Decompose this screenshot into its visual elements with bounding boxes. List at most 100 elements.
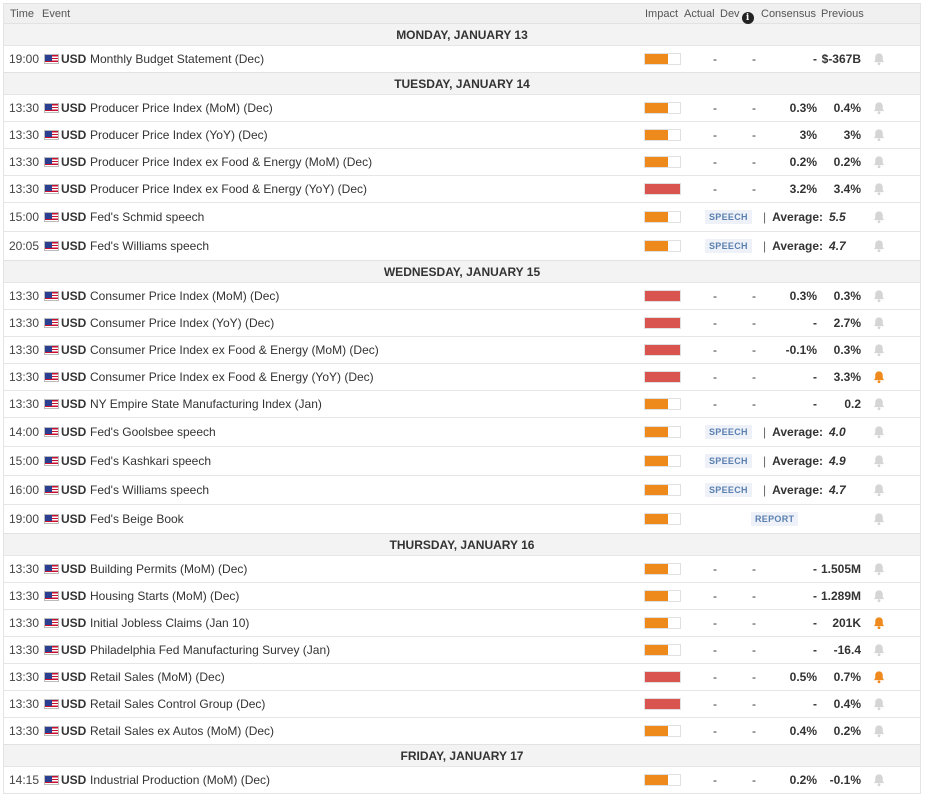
deviation-value: - [752, 370, 756, 384]
event-name[interactable]: Fed's Williams speech [90, 239, 209, 253]
table-row[interactable]: 13:30 USD Producer Price Index (YoY) (Dec)… [4, 121, 920, 148]
table-row[interactable]: 13:30 USD Retail Sales Control Group (Dec)… [4, 690, 920, 717]
header-consensus[interactable]: Consensus [761, 8, 816, 20]
event-time: 13:30 [9, 289, 40, 303]
bell-icon[interactable] [872, 454, 886, 468]
event-name[interactable]: Retail Sales ex Autos (MoM) (Dec) [90, 724, 274, 738]
bell-icon[interactable] [872, 316, 886, 330]
bell-icon[interactable] [872, 512, 886, 526]
event-name[interactable]: Philadelphia Fed Manufacturing Survey (J… [90, 643, 330, 657]
event-name[interactable]: Producer Price Index (MoM) (Dec) [90, 101, 273, 115]
bell-icon[interactable] [872, 210, 886, 224]
table-row[interactable]: 13:30 USD NY Empire State Manufacturing In… [4, 390, 920, 417]
event-name[interactable]: Consumer Price Index (MoM) (Dec) [90, 289, 279, 303]
bell-icon-active[interactable] [872, 370, 886, 384]
actual-value: - [713, 397, 717, 411]
header-previous[interactable]: Previous [821, 8, 864, 20]
info-icon[interactable]: i [741, 12, 754, 24]
event-name[interactable]: Consumer Price Index ex Food & Energy (M… [90, 343, 379, 357]
table-row[interactable]: 15:00 USD Fed's Kashkari speech SPEECH | Aver… [4, 446, 920, 475]
table-row[interactable]: 13:30 USD Building Permits (MoM) (Dec) - - -1… [4, 555, 920, 582]
table-row[interactable]: 13:30 USD Philadelphia Fed Manufacturing S… [4, 636, 920, 663]
event-time: 16:00 [9, 483, 40, 497]
bell-icon[interactable] [872, 724, 886, 738]
table-row[interactable]: 13:30 USD Consumer Price Index (YoY) (Dec)… [4, 309, 920, 336]
bell-icon[interactable] [872, 289, 886, 303]
header-event[interactable]: Event [42, 8, 70, 20]
table-row[interactable]: 14:15 USD Industrial Production (MoM) (Dec… [4, 766, 920, 793]
bell-icon[interactable] [872, 239, 886, 253]
table-row[interactable]: 20:05 USD Fed's Williams speech SPEECH | Aver… [4, 231, 920, 260]
table-row[interactable]: 13:30 USD Initial Jobless Claims (Jan 10) -… [4, 609, 920, 636]
header-actual[interactable]: Actual [684, 8, 715, 20]
table-row[interactable]: 13:30 USD Consumer Price Index ex Food & E… [4, 336, 920, 363]
previous-value: 0.2 [844, 397, 861, 411]
table-row[interactable]: 16:00 USD Fed's Williams speech SPEECH | Aver… [4, 475, 920, 504]
event-name[interactable]: NY Empire State Manufacturing Index (Jan… [90, 397, 322, 411]
impact-medium-indicator [644, 455, 681, 467]
bell-icon[interactable] [872, 182, 886, 196]
bell-icon[interactable] [872, 128, 886, 142]
table-row[interactable]: 15:00 USD Fed's Schmid speech SPEECH | Averag… [4, 202, 920, 231]
header-dev[interactable]: Dev i [720, 8, 754, 24]
bell-icon[interactable] [872, 397, 886, 411]
us-flag-icon [44, 645, 59, 655]
table-row[interactable]: 14:00 USD Fed's Goolsbee speech SPEECH | Aver… [4, 417, 920, 446]
header-impact[interactable]: Impact [645, 8, 678, 20]
bell-icon[interactable] [872, 425, 886, 439]
bell-icon[interactable] [872, 562, 886, 576]
event-name[interactable]: Retail Sales Control Group (Dec) [90, 697, 265, 711]
table-row[interactable]: 19:00 USD Monthly Budget Statement (Dec) - -… [4, 45, 920, 72]
event-name[interactable]: Fed's Williams speech [90, 483, 209, 497]
consensus-value: 0.5% [789, 670, 817, 684]
bell-icon[interactable] [872, 483, 886, 497]
event-name[interactable]: Fed's Goolsbee speech [90, 425, 216, 439]
impact-medium-indicator [644, 590, 681, 602]
table-row[interactable]: 13:30 USD Producer Price Index ex Food & E… [4, 148, 920, 175]
table-row[interactable]: 13:30 USD Consumer Price Index ex Food & E… [4, 363, 920, 390]
event-time: 15:00 [9, 210, 40, 224]
us-flag-icon [44, 514, 59, 524]
bell-icon[interactable] [872, 155, 886, 169]
table-row[interactable]: 13:30 USD Retail Sales ex Autos (MoM) (Dec… [4, 717, 920, 744]
average-rating: | Average: 4.7 [763, 239, 846, 253]
table-row[interactable]: 13:30 USD Producer Price Index ex Food & E… [4, 175, 920, 202]
event-name[interactable]: Fed's Schmid speech [90, 210, 204, 224]
bell-icon[interactable] [872, 343, 886, 357]
event-name[interactable]: Producer Price Index ex Food & Energy (Y… [90, 182, 367, 196]
event-name[interactable]: Retail Sales (MoM) (Dec) [90, 670, 225, 684]
event-name[interactable]: Monthly Budget Statement (Dec) [90, 52, 264, 66]
table-row[interactable]: 13:30 USD Consumer Price Index (MoM) (Dec)… [4, 282, 920, 309]
table-row[interactable]: 13:30 USD Housing Starts (MoM) (Dec) - - -1.2… [4, 582, 920, 609]
header-time[interactable]: Time [10, 8, 34, 20]
event-name[interactable]: Industrial Production (MoM) (Dec) [90, 773, 270, 787]
bell-icon[interactable] [872, 52, 886, 66]
event-name[interactable]: Fed's Kashkari speech [90, 454, 211, 468]
event-name[interactable]: Consumer Price Index (YoY) (Dec) [90, 316, 274, 330]
bell-icon-active[interactable] [872, 616, 886, 630]
event-name[interactable]: Housing Starts (MoM) (Dec) [90, 589, 239, 603]
event-name[interactable]: Building Permits (MoM) (Dec) [90, 562, 247, 576]
impact-medium-indicator [644, 102, 681, 114]
speech-badge: SPEECH [705, 454, 752, 468]
us-flag-icon [44, 591, 59, 601]
event-name[interactable]: Consumer Price Index ex Food & Energy (Y… [90, 370, 374, 384]
bell-icon[interactable] [872, 101, 886, 115]
bell-icon[interactable] [872, 643, 886, 657]
table-row[interactable]: 13:30 USD Producer Price Index (MoM) (Dec)… [4, 94, 920, 121]
event-name[interactable]: Fed's Beige Book [90, 512, 184, 526]
event-name[interactable]: Initial Jobless Claims (Jan 10) [90, 616, 249, 630]
event-time: 13:30 [9, 562, 40, 576]
us-flag-icon [44, 241, 59, 251]
table-row[interactable]: 13:30 USD Retail Sales (MoM) (Dec) - - 0.5% 0.… [4, 663, 920, 690]
us-flag-icon [44, 130, 59, 140]
event-name[interactable]: Producer Price Index (YoY) (Dec) [90, 128, 268, 142]
previous-value: 0.4% [833, 101, 861, 115]
bell-icon[interactable] [872, 773, 886, 787]
bell-icon-active[interactable] [872, 670, 886, 684]
bell-icon[interactable] [872, 589, 886, 603]
previous-value: 3% [843, 128, 861, 142]
event-name[interactable]: Producer Price Index ex Food & Energy (M… [90, 155, 372, 169]
table-row[interactable]: 19:00 USD Fed's Beige Book REPORT [4, 504, 920, 533]
bell-icon[interactable] [872, 697, 886, 711]
